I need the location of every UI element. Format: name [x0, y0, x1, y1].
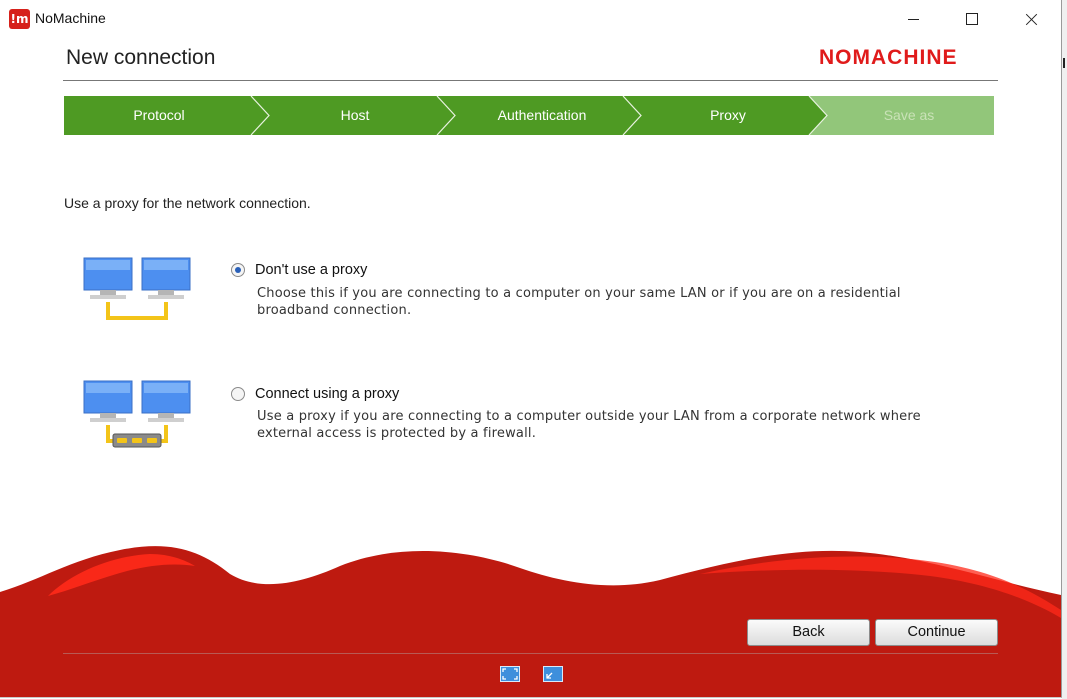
- maximize-icon: [966, 13, 978, 25]
- use-proxy-label[interactable]: Connect using a proxy: [255, 386, 399, 402]
- wizard-step-protocol: Protocol: [133, 107, 185, 123]
- direct-lan-icon: [83, 257, 191, 320]
- use-proxy-description: Use a proxy if you are connecting to a c…: [257, 409, 921, 441]
- maximize-button[interactable]: [942, 0, 1000, 38]
- wizard-step-host: Host: [340, 107, 370, 123]
- app-icon: !m: [9, 9, 30, 29]
- nomachine-window: !m NoMachine New connection NOMACHINE Pr: [0, 0, 1062, 698]
- nomachine-logo: NOMACHINE: [819, 46, 958, 69]
- use-proxy-radio[interactable]: [231, 387, 245, 401]
- desktop-edge-mark: [1063, 58, 1065, 68]
- wizard-step-authentication: Authentication: [497, 107, 587, 123]
- proxy-firewall-icon: [83, 380, 191, 448]
- no-proxy-label[interactable]: Don't use a proxy: [255, 262, 367, 278]
- fullscreen-icon[interactable]: [500, 666, 520, 682]
- desktop-background: [1062, 0, 1067, 699]
- no-proxy-radio[interactable]: [231, 263, 245, 277]
- continue-button[interactable]: Continue: [875, 619, 998, 646]
- page-title: New connection: [66, 46, 216, 69]
- wizard-steps: Protocol Host Authentication Proxy Save …: [64, 96, 994, 135]
- intro-text: Use a proxy for the network connection.: [64, 195, 311, 211]
- header-divider: [63, 80, 998, 81]
- app-title: NoMachine: [35, 10, 106, 26]
- window-mode-icon[interactable]: [543, 666, 563, 682]
- back-button[interactable]: Back: [747, 619, 870, 646]
- footer-divider: [63, 653, 998, 654]
- close-button[interactable]: [1000, 0, 1058, 38]
- wizard-step-proxy: Proxy: [710, 107, 746, 123]
- title-bar: !m NoMachine: [0, 0, 1061, 38]
- radio-selected-dot: [235, 267, 241, 273]
- no-proxy-description: Choose this if you are connecting to a c…: [257, 286, 901, 318]
- minimize-button[interactable]: [884, 0, 942, 38]
- wizard-step-save-as: Save as: [883, 107, 935, 123]
- minimize-icon: [908, 19, 919, 20]
